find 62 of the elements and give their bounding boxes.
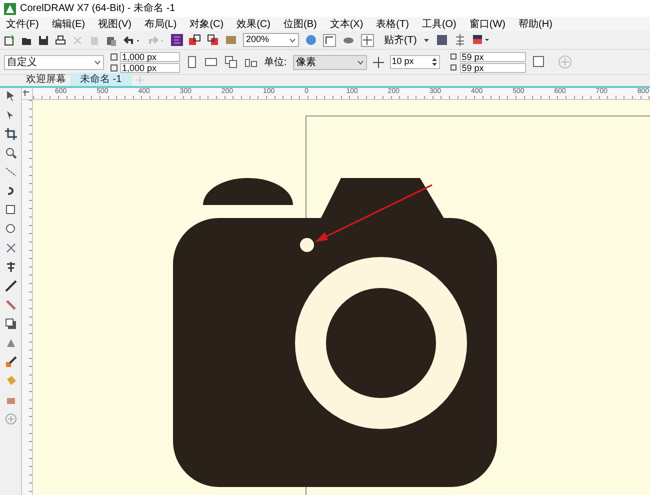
duplicate-x-field[interactable]: 59 px bbox=[460, 52, 526, 62]
menu-item[interactable]: 对象(C) bbox=[190, 16, 224, 32]
nudge-icon bbox=[372, 56, 384, 68]
export-icon[interactable] bbox=[207, 34, 219, 46]
app-logo-icon bbox=[4, 2, 16, 14]
menu-item[interactable]: 文件(F) bbox=[6, 16, 39, 32]
menu-item[interactable]: 文本(X) bbox=[330, 16, 364, 32]
height-icon bbox=[110, 64, 118, 72]
landscape-icon[interactable] bbox=[204, 55, 218, 69]
import-icon[interactable] bbox=[189, 34, 201, 46]
caret-icon bbox=[289, 38, 296, 42]
menu-item[interactable]: 位图(B) bbox=[283, 16, 317, 32]
units-label: 单位: bbox=[264, 56, 287, 70]
caret-icon bbox=[356, 60, 364, 64]
text-tool-icon[interactable] bbox=[4, 261, 16, 273]
paste-icon[interactable] bbox=[106, 34, 117, 46]
width-icon bbox=[110, 52, 118, 60]
zoom-tool-icon[interactable] bbox=[4, 147, 16, 159]
snap-dropdown[interactable]: 贴齐(T) bbox=[380, 32, 417, 48]
shadow-tool-icon[interactable] bbox=[4, 318, 16, 330]
preset-dropdown[interactable]: 自定义 bbox=[4, 54, 104, 70]
width-field[interactable]: 1,000 px bbox=[120, 52, 180, 62]
nudge-field[interactable]: 10 px bbox=[390, 55, 440, 69]
caret-icon bbox=[94, 60, 101, 64]
ellipse-tool-icon[interactable] bbox=[4, 223, 16, 235]
zoom-dropdown[interactable]: 200% bbox=[243, 33, 299, 47]
menu-item[interactable]: 窗口(W) bbox=[469, 16, 506, 32]
eyedropper-tool-icon[interactable] bbox=[4, 356, 16, 368]
duplicate-y-icon bbox=[450, 64, 458, 72]
duplicate-y-field[interactable]: 59 px bbox=[460, 62, 526, 72]
undo-icon[interactable] bbox=[123, 34, 141, 46]
height-field[interactable]: 1,000 px bbox=[120, 62, 180, 72]
new-document-icon[interactable] bbox=[4, 34, 15, 46]
menu-item[interactable]: 表格(T) bbox=[376, 16, 409, 32]
pick-tool-icon[interactable] bbox=[4, 90, 16, 102]
all-pages-icon[interactable] bbox=[224, 55, 238, 69]
ruler-origin-icon[interactable] bbox=[22, 88, 33, 99]
menu-item[interactable]: 工具(O) bbox=[422, 16, 456, 32]
spinner-icon bbox=[430, 57, 438, 67]
portrait-icon[interactable] bbox=[186, 55, 198, 69]
document-tab[interactable]: 欢迎屏幕 bbox=[22, 73, 70, 86]
duplicate-x-icon bbox=[450, 52, 458, 60]
units-dropdown[interactable]: 像素 bbox=[292, 54, 367, 70]
print-icon[interactable] bbox=[55, 34, 66, 46]
guidelines-icon[interactable] bbox=[361, 34, 374, 46]
menu-item[interactable]: 视图(V) bbox=[98, 16, 132, 32]
menu-item[interactable]: 效果(C) bbox=[236, 16, 270, 32]
crop-tool-icon[interactable] bbox=[4, 128, 16, 140]
rulers-icon[interactable] bbox=[323, 34, 336, 46]
line-tool-icon[interactable] bbox=[4, 280, 16, 292]
menu-item[interactable]: 帮助(H) bbox=[518, 16, 552, 32]
menu-item[interactable]: 编辑(E) bbox=[52, 16, 86, 32]
rectangle-tool-icon[interactable] bbox=[4, 204, 16, 216]
caret-icon[interactable] bbox=[422, 38, 430, 42]
polygon-tool-icon[interactable] bbox=[4, 242, 16, 254]
align-icon[interactable] bbox=[454, 34, 466, 46]
page-frame-icon[interactable] bbox=[532, 55, 546, 69]
menu-item[interactable]: 布局(L) bbox=[144, 16, 177, 32]
save-icon[interactable] bbox=[38, 34, 49, 46]
window-title: CorelDRAW X7 (64-Bit) - 未命名 -1 bbox=[20, 2, 176, 16]
freehand-tool-icon[interactable] bbox=[4, 166, 16, 178]
document-tab[interactable]: 未命名 -1 bbox=[70, 73, 132, 86]
